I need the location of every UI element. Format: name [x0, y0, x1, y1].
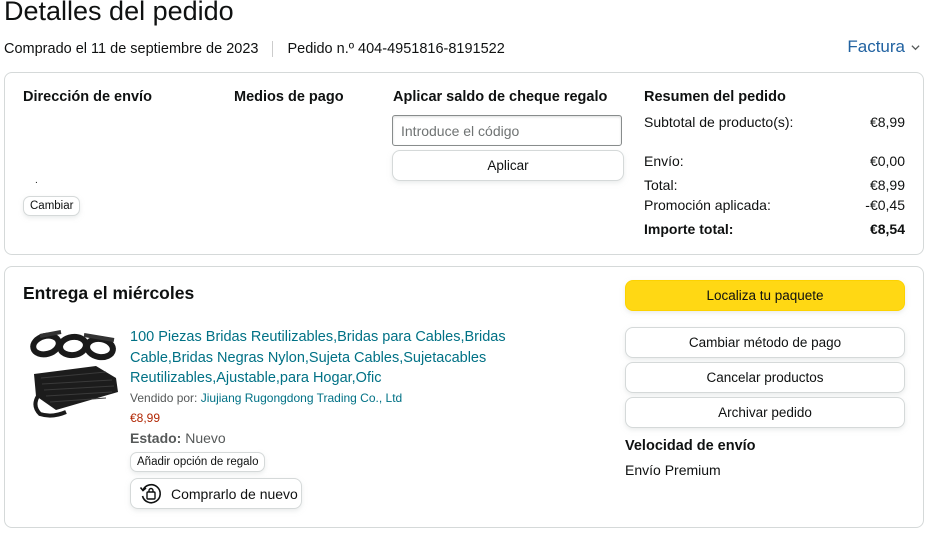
summary-label: Importe total:: [644, 221, 734, 237]
track-package-button[interactable]: Localiza tu paquete: [625, 280, 905, 311]
summary-row-grand-total: Importe total: €8,54: [644, 219, 905, 239]
buy-again-label: Comprarlo de nuevo: [171, 485, 298, 502]
archive-order-button[interactable]: Archivar pedido: [625, 397, 905, 428]
reorder-icon: [139, 483, 161, 503]
shipping-address-heading: Dirección de envío: [23, 89, 152, 105]
buy-again-button[interactable]: Comprarlo de nuevo: [130, 478, 302, 509]
summary-row-total: Total: €8,99: [644, 175, 905, 195]
summary-value: -€0,45: [865, 197, 905, 213]
summary-value: €8,99: [869, 177, 905, 193]
apply-gift-code-button[interactable]: Aplicar: [392, 150, 624, 181]
seller-link[interactable]: Jiujiang Rugongdong Trading Co., Ltd: [201, 391, 402, 405]
change-address-button[interactable]: Cambiar: [23, 196, 81, 216]
divider: [272, 41, 274, 57]
summary-row-shipping: Envío: €0,00: [644, 151, 905, 171]
seller-line: Vendido por: Jiujiang Rugongdong Trading…: [130, 391, 402, 405]
product-title-link[interactable]: 100 Piezas Bridas Reutilizables,Bridas p…: [130, 327, 580, 389]
purchase-date: Comprado el 11 de septiembre de 2023: [4, 41, 259, 57]
invoice-dropdown[interactable]: Factura: [847, 37, 920, 57]
gift-card-heading: Aplicar saldo de cheque regalo: [393, 89, 608, 105]
product-price: €8,99: [130, 411, 161, 425]
payment-methods-heading: Medios de pago: [234, 89, 344, 105]
invoice-link[interactable]: Factura: [847, 37, 905, 57]
shipping-speed-value: Envío Premium: [625, 462, 721, 478]
summary-value: €8,99: [869, 114, 905, 130]
sold-by-label: Vendido por:: [130, 391, 198, 405]
order-meta: Comprado el 11 de septiembre de 2023 Ped…: [4, 41, 505, 57]
summary-value: €8,54: [869, 221, 905, 237]
order-number: Pedido n.º 404-4951816-8191522: [287, 41, 505, 57]
shipping-speed-heading: Velocidad de envío: [625, 438, 756, 454]
add-gift-option-button[interactable]: Añadir opción de regalo: [130, 452, 266, 472]
summary-label: Promoción aplicada:: [644, 197, 771, 213]
change-payment-button[interactable]: Cambiar método de pago: [625, 327, 905, 358]
gift-code-input[interactable]: [392, 115, 622, 146]
address-placeholder-dot: .: [35, 175, 38, 186]
condition-label: Estado:: [130, 430, 182, 446]
summary-label: Total:: [644, 177, 678, 193]
summary-label: Envío:: [644, 153, 684, 169]
cancel-items-button[interactable]: Cancelar productos: [625, 362, 905, 393]
summary-label: Subtotal de producto(s):: [644, 114, 794, 130]
page-title: Detalles del pedido: [4, 0, 234, 26]
condition-line: Estado: Nuevo: [130, 430, 226, 446]
condition-value: Nuevo: [185, 430, 226, 446]
summary-row-subtotal: Subtotal de producto(s): €8,99: [644, 112, 905, 132]
summary-row-promotion: Promoción aplicada: -€0,45: [644, 195, 905, 215]
summary-value: €0,00: [869, 153, 905, 169]
product-image[interactable]: [26, 326, 121, 418]
chevron-down-icon: [911, 44, 920, 50]
order-summary-heading: Resumen del pedido: [644, 89, 786, 105]
delivery-heading: Entrega el miércoles: [23, 283, 195, 303]
